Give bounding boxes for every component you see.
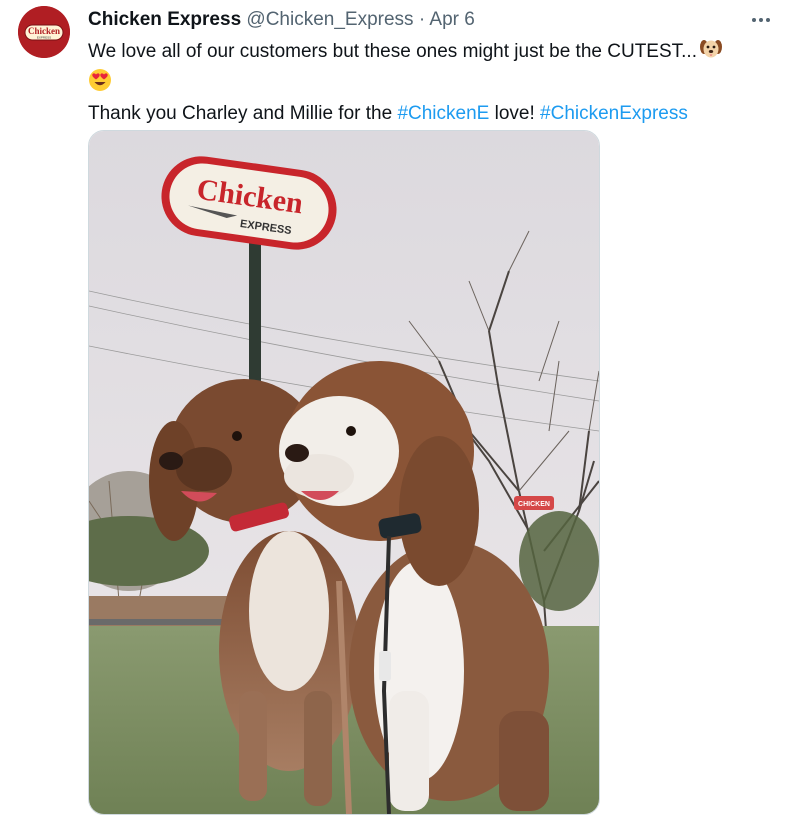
avatar-logo-subtext: EXPRESS: [37, 36, 51, 40]
background-sign-text: CHICKEN: [518, 501, 550, 508]
avatar-logo-text: Chicken: [28, 26, 60, 36]
tweet-text-line-3: Thank you Charley and Millie for the #Ch…: [88, 103, 688, 124]
tweet-date[interactable]: Apr 6: [429, 9, 474, 30]
tweet-header: Chicken Express @Chicken_Express · Apr 6: [88, 8, 475, 32]
author-name[interactable]: Chicken Express: [88, 9, 241, 30]
separator-dot: ·: [418, 9, 426, 30]
tweet-text-line-2: [88, 68, 778, 100]
hashtag-link-chickene[interactable]: #ChickenE: [397, 103, 489, 124]
avatar[interactable]: Chicken EXPRESS: [18, 6, 70, 58]
photo-two-dogs-under-sign: CHICKEN Chicken EXPRESS: [89, 131, 599, 814]
author-handle[interactable]: @Chicken_Express: [246, 9, 413, 30]
dog-face-emoji: [697, 36, 723, 68]
tweet-text-line-1: We love all of our customers but these o…: [88, 36, 778, 68]
more-options-icon[interactable]: [746, 12, 776, 28]
hashtag-link-chickenexpress[interactable]: #ChickenExpress: [540, 103, 688, 124]
chicken-express-logo: Chicken EXPRESS: [18, 6, 70, 58]
tweet-photo[interactable]: CHICKEN Chicken EXPRESS: [88, 130, 600, 815]
tweet-text: We love all of our customers but these o…: [88, 36, 778, 127]
heart-eyes-emoji: [88, 68, 112, 100]
